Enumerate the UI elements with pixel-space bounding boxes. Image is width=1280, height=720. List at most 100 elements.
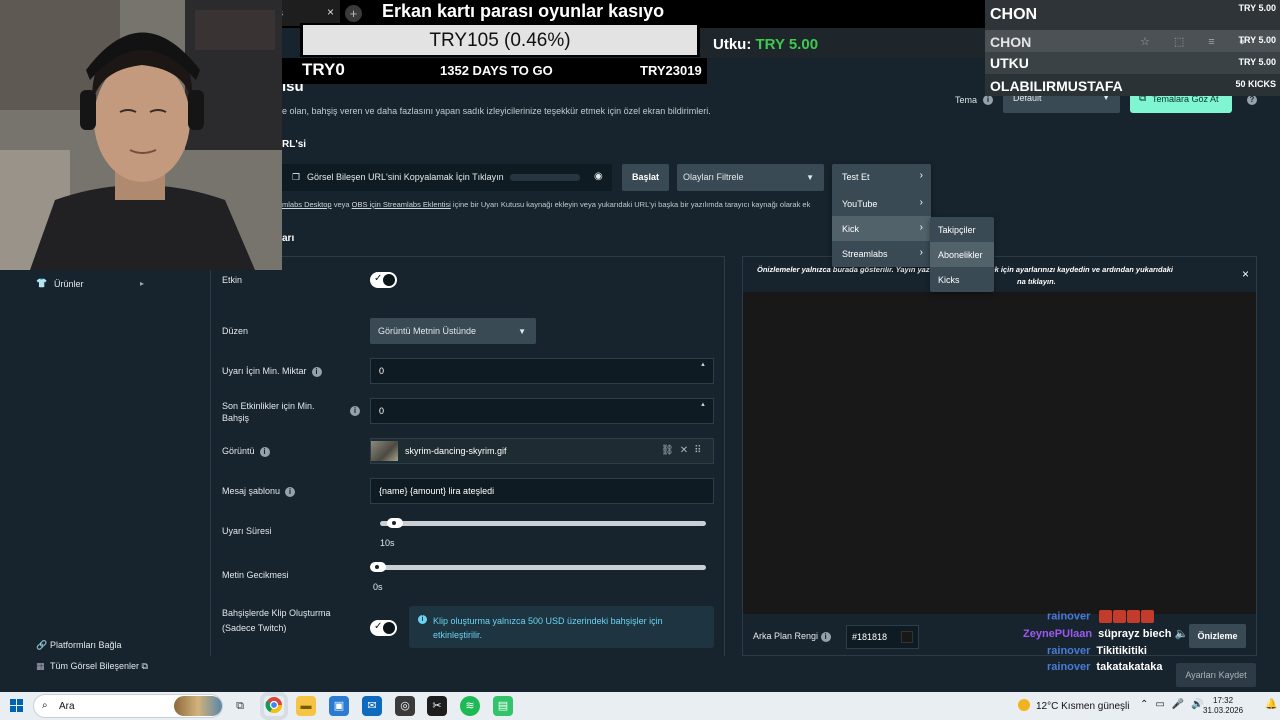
close-icon[interactable]: × xyxy=(1242,267,1249,281)
image-picker[interactable]: skyrim-dancing-skyrim.gif ⛓✕⠿ xyxy=(370,438,714,464)
task-view-icon[interactable]: ⧉ xyxy=(230,696,250,716)
stepper-icon[interactable]: ▲ xyxy=(700,402,706,408)
help-icon[interactable]: ? xyxy=(1247,95,1257,105)
menu-item-test[interactable]: Test Et › xyxy=(832,164,931,189)
extension-icon[interactable]: ⬚ xyxy=(1174,36,1208,48)
alert-duration-handle[interactable] xyxy=(387,518,403,528)
windows-taskbar: ⌕ Ara ⧉ ▬ ▣ ✉ ◎ ✂ ≋ ▤ 12°C Kısmen güneşl… xyxy=(0,692,1280,720)
weather-widget[interactable]: 12°C Kısmen güneşli xyxy=(1018,699,1130,712)
menu-item-kicks[interactable]: Kicks xyxy=(930,267,994,292)
streamlabs-desktop-link[interactable]: mlabs Desktop xyxy=(282,200,332,209)
external-link-icon: ⧉ xyxy=(141,661,148,671)
chevron-right-icon: › xyxy=(919,222,923,233)
min-amount-input[interactable]: 0 ▲ xyxy=(370,358,714,384)
star-icon[interactable]: ☆ xyxy=(1140,36,1174,48)
close-icon[interactable]: × xyxy=(327,5,334,19)
clock[interactable]: 17:32 31.03.2026 xyxy=(1203,696,1243,716)
background-color-input[interactable]: #181818 xyxy=(846,625,919,649)
taskbar-search[interactable]: ⌕ Ara xyxy=(33,694,223,718)
chrome-icon[interactable] xyxy=(264,696,284,716)
recent-min-input[interactable]: 0 ▲ xyxy=(370,398,714,424)
menu-item-followers[interactable]: Takipçiler xyxy=(930,217,994,242)
filter-events-select[interactable]: Olayları Filtrele ▼ xyxy=(677,164,824,191)
weather-text: 12°C Kısmen güneşli xyxy=(1036,701,1130,712)
message-template-value: {name} {amount} lira ateşledi xyxy=(379,486,495,496)
info-icon[interactable]: i xyxy=(350,406,360,416)
copy-icon: ❐ xyxy=(292,172,301,182)
url-section-heading: RL'si xyxy=(282,139,307,150)
filter-events-label: Olayları Filtrele xyxy=(683,172,744,182)
url-copy-label: Görsel Bileşen URL'sini Kopyalamak İçin … xyxy=(307,172,504,182)
widget-url-copy-field[interactable]: ❐ Görsel Bileşen URL'sini Kopyalamak İçi… xyxy=(282,164,612,191)
preview-button[interactable]: Önizleme xyxy=(1189,624,1246,648)
sidebar-item-all-widgets[interactable]: ▦ Tüm Görsel Bileşenler ⧉ xyxy=(36,661,148,672)
obs-plugin-link[interactable]: OBS için Streamlabs Eklentisi xyxy=(352,200,451,209)
menu-item-streamlabs[interactable]: Streamlabs › xyxy=(832,241,931,266)
message-template-label-text: Mesaj şablonu xyxy=(222,486,281,496)
store-icon[interactable]: ▣ xyxy=(329,696,349,716)
color-swatch[interactable] xyxy=(901,631,913,643)
info-icon[interactable]: i xyxy=(285,486,296,497)
clip-label-line1: Bahşişlerde Klip Oluşturma xyxy=(222,608,331,618)
message-template-label: Mesaj şablonu i xyxy=(222,486,296,497)
notification-icon[interactable]: 🔔 xyxy=(1265,699,1277,710)
clip-creation-toggle[interactable]: ✓ xyxy=(370,620,397,636)
min-amount-label: Uyarı İçin Min. Miktar i xyxy=(222,366,322,377)
grid-icon: ▦ xyxy=(36,661,45,671)
spotify-icon[interactable]: ≋ xyxy=(460,696,480,716)
chevron-down-icon: ▼ xyxy=(806,173,814,182)
chevron-right-icon: › xyxy=(919,170,923,181)
system-tray[interactable]: ⌃▭🎤🔊 xyxy=(1140,699,1211,710)
search-highlight-image xyxy=(174,696,222,716)
obs-icon[interactable]: ◎ xyxy=(395,696,415,716)
latest-donation-text: Utku: TRY 5.00 xyxy=(713,36,818,53)
info-icon[interactable]: i xyxy=(983,95,993,105)
eye-icon[interactable]: ◉ xyxy=(594,171,603,182)
recent-min-label-line2: Bahşiş xyxy=(222,413,250,423)
emote-icon xyxy=(1099,610,1113,623)
donor-amount: TRY 5.00 xyxy=(1238,3,1276,13)
mail-icon[interactable]: ✉ xyxy=(362,696,382,716)
donor-name: OLABILIRMUSTAFA xyxy=(990,78,1123,94)
theme-label: Tema xyxy=(955,95,978,105)
chat-text: süprayz biech 🔈 xyxy=(1098,628,1189,640)
info-icon[interactable]: i xyxy=(820,631,831,642)
text-delay-slider[interactable] xyxy=(372,565,706,570)
chat-message: rainover takatakataka xyxy=(1047,661,1162,673)
menu-item-youtube[interactable]: YouTube › xyxy=(832,191,931,216)
background-color-label-text: Arka Plan Rengi xyxy=(753,631,819,641)
min-amount-value: 0 xyxy=(379,366,385,376)
capcut-icon[interactable]: ✂ xyxy=(427,696,447,716)
kick-submenu: Takipçiler Abonelikler Kicks xyxy=(930,217,994,292)
stepper-icon[interactable]: ▲ xyxy=(700,362,706,368)
setup-hint: mlabs Desktop veya OBS için Streamlabs E… xyxy=(282,200,842,209)
check-icon: ✓ xyxy=(374,621,383,632)
streamlabs-icon[interactable]: ▤ xyxy=(493,696,513,716)
menu-item-kick[interactable]: Kick › xyxy=(832,216,931,241)
windows-start-icon[interactable] xyxy=(10,699,23,712)
start-button[interactable]: Başlat xyxy=(622,164,669,191)
layout-select[interactable]: Görüntü Metnin Üstünde ▼ xyxy=(370,318,536,344)
save-settings-button[interactable]: Ayarları Kaydet xyxy=(1176,663,1256,687)
image-actions[interactable]: ⛓✕⠿ xyxy=(661,445,707,456)
toggle-knob xyxy=(383,622,395,634)
file-explorer-icon[interactable]: ▬ xyxy=(296,696,316,716)
goal-progress-bar: TRY105 (0.46%) xyxy=(300,23,700,57)
alert-duration-label: Uyarı Süresi xyxy=(222,526,272,536)
shirt-icon: 👕 xyxy=(36,278,48,288)
new-tab-button[interactable]: + xyxy=(345,5,362,22)
clip-creation-label: Bahşişlerde Klip Oluşturma (Sadece Twitch… xyxy=(222,606,331,636)
sidebar-item-label: Tüm Görsel Bileşenler xyxy=(50,661,140,671)
alert-duration-slider[interactable] xyxy=(380,521,706,526)
info-icon[interactable]: i xyxy=(259,446,270,457)
preview-canvas xyxy=(743,292,1256,614)
enabled-toggle[interactable]: ✓ xyxy=(370,272,397,288)
message-template-input[interactable]: {name} {amount} lira ateşledi xyxy=(370,478,714,504)
playlist-icon[interactable]: ≡ xyxy=(1208,36,1238,48)
menu-item-subscriptions[interactable]: Abonelikler xyxy=(930,242,994,267)
info-icon[interactable]: i xyxy=(311,366,322,377)
sidebar-item-connect-platforms[interactable]: 🔗 Platformları Bağla xyxy=(36,640,122,651)
text-delay-handle[interactable] xyxy=(370,562,386,572)
clip-note-text: Klip oluşturma yalnızca 500 USD üzerinde… xyxy=(433,616,663,640)
enabled-label: Etkin xyxy=(222,275,243,285)
